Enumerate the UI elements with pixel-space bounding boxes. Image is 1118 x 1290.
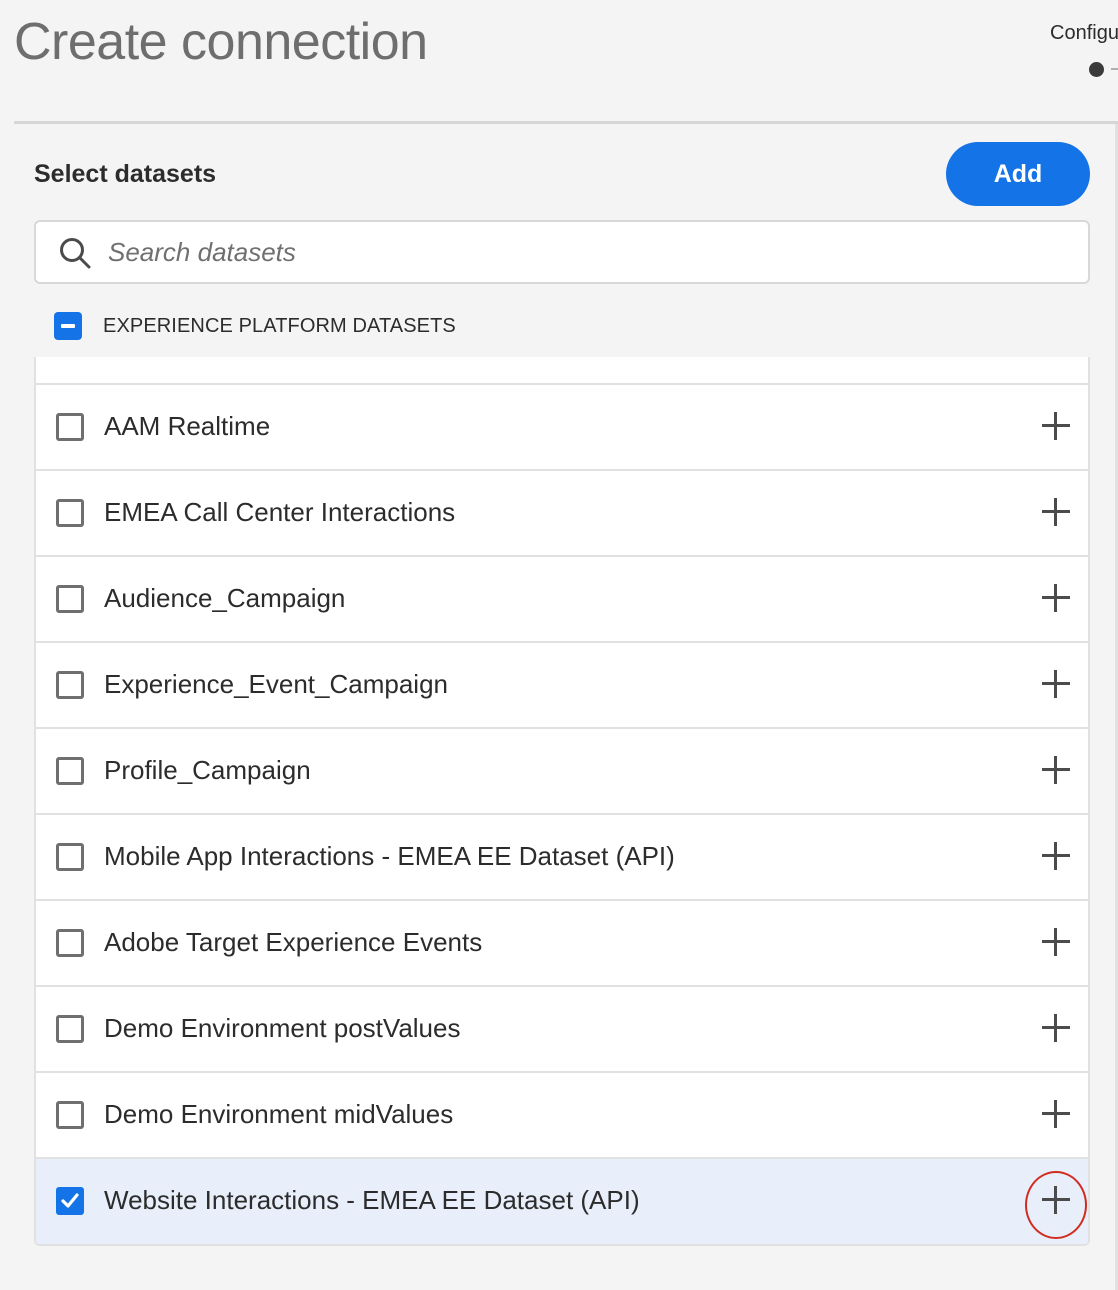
- dataset-row[interactable]: Demo Environment midValues: [36, 1073, 1088, 1159]
- dataset-label: EMEA Call Center Interactions: [104, 497, 456, 527]
- dataset-checkbox[interactable]: [56, 413, 84, 441]
- indeterminate-icon: [61, 324, 75, 328]
- dataset-checkbox[interactable]: [56, 671, 84, 699]
- add-dataset-plus-icon[interactable]: [1042, 584, 1070, 612]
- dataset-row[interactable]: Experience_Event_Campaign: [36, 643, 1088, 729]
- add-dataset-plus-icon[interactable]: [1042, 1014, 1070, 1042]
- dataset-label: Demo Environment midValues: [104, 1099, 454, 1129]
- list-row-partial: [36, 357, 1088, 385]
- step-indicator-dot: [1089, 62, 1104, 77]
- page-title: Create connection: [14, 13, 428, 71]
- dataset-row[interactable]: Profile_Campaign: [36, 729, 1088, 815]
- dataset-checkbox[interactable]: [56, 585, 84, 613]
- dataset-label: Profile_Campaign: [104, 755, 311, 785]
- dataset-row[interactable]: Audience_Campaign: [36, 557, 1088, 643]
- stepper: Configure: [1050, 20, 1118, 90]
- dataset-label: Adobe Target Experience Events: [104, 927, 483, 957]
- search-box[interactable]: [34, 220, 1090, 284]
- add-dataset-plus-icon[interactable]: [1042, 1100, 1070, 1128]
- dataset-row[interactable]: EMEA Call Center Interactions: [36, 471, 1088, 557]
- add-dataset-plus-icon[interactable]: [1042, 412, 1070, 440]
- search-icon: [60, 238, 91, 269]
- step-label-configure[interactable]: Configure: [1050, 22, 1118, 45]
- add-dataset-plus-icon[interactable]: [1042, 842, 1070, 870]
- dataset-row-selected[interactable]: Website Interactions - EMEA EE Dataset (…: [36, 1159, 1088, 1244]
- dataset-row[interactable]: AAM Realtime: [36, 385, 1088, 471]
- add-dataset-plus-icon[interactable]: [1042, 756, 1070, 784]
- add-dataset-plus-icon[interactable]: [1042, 498, 1070, 526]
- dataset-label: Demo Environment postValues: [104, 1013, 461, 1043]
- section-title: Select datasets: [34, 160, 217, 188]
- dataset-row[interactable]: Demo Environment postValues: [36, 987, 1088, 1073]
- dataset-row[interactable]: Mobile App Interactions - EMEA EE Datase…: [36, 815, 1088, 901]
- header-divider: [14, 121, 1118, 124]
- group-select-all-checkbox[interactable]: [54, 312, 82, 340]
- dataset-checkbox[interactable]: [56, 499, 84, 527]
- dataset-label: AAM Realtime: [104, 411, 271, 441]
- dataset-list[interactable]: AAM Realtime EMEA Call Center Interactio…: [34, 357, 1090, 1246]
- dataset-checkbox[interactable]: [56, 1101, 84, 1129]
- dataset-label: Mobile App Interactions - EMEA EE Datase…: [104, 841, 675, 871]
- dataset-label: Audience_Campaign: [104, 583, 346, 613]
- dataset-checkbox[interactable]: [56, 757, 84, 785]
- step-connector-line: [1111, 68, 1118, 70]
- group-label: EXPERIENCE PLATFORM DATASETS: [103, 314, 456, 337]
- dataset-checkbox-checked[interactable]: [56, 1187, 84, 1215]
- dataset-group-header: EXPERIENCE PLATFORM DATASETS: [54, 312, 456, 340]
- dataset-label: Website Interactions - EMEA EE Dataset (…: [104, 1185, 640, 1215]
- create-connection-page: Create connection Configure Select datas…: [0, 0, 1118, 1290]
- dataset-row[interactable]: Adobe Target Experience Events: [36, 901, 1088, 987]
- search-input[interactable]: [106, 222, 1066, 282]
- add-dataset-plus-icon[interactable]: [1042, 1186, 1070, 1214]
- add-dataset-plus-icon[interactable]: [1042, 670, 1070, 698]
- dataset-checkbox[interactable]: [56, 1015, 84, 1043]
- dataset-label: Experience_Event_Campaign: [104, 669, 448, 699]
- checkmark-icon: [61, 1193, 79, 1208]
- dataset-checkbox[interactable]: [56, 843, 84, 871]
- add-button[interactable]: Add: [946, 142, 1090, 206]
- add-dataset-plus-icon[interactable]: [1042, 928, 1070, 956]
- dataset-checkbox[interactable]: [56, 929, 84, 957]
